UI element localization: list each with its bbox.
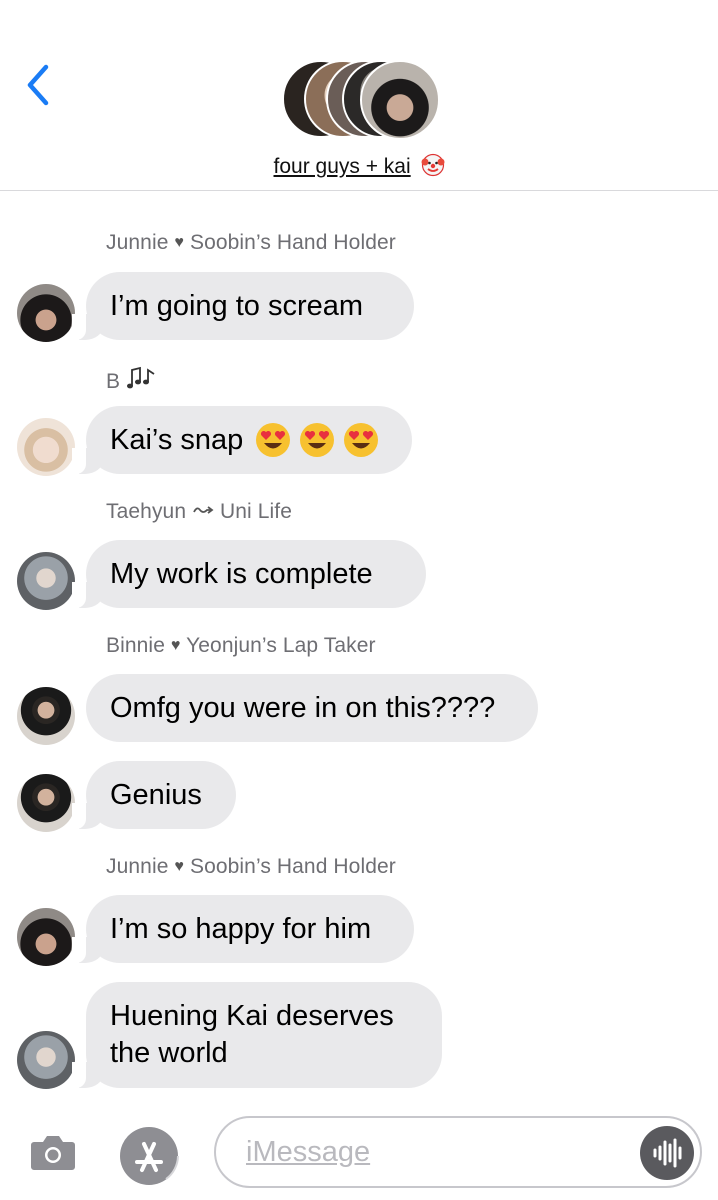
- sender-nickname: Soobin’s Hand Holder: [189, 855, 396, 878]
- sender-name: Junnie: [106, 231, 169, 254]
- heart-eyes-emoji-icon: [300, 423, 335, 457]
- group-avatar: [360, 60, 440, 140]
- message-text: My work is complete: [110, 557, 373, 590]
- message-bubble[interactable]: Omfg you were in on this????: [86, 674, 538, 742]
- clown-face-emoji-icon: [421, 153, 444, 177]
- heart-icon: ♥: [174, 858, 185, 875]
- sender-name: Taehyun: [106, 500, 187, 523]
- heart-eyes-emoji-icon: [344, 423, 379, 457]
- app-store-button[interactable]: [119, 1124, 183, 1188]
- message-text: Kai’s snap: [110, 423, 244, 456]
- sender-label: Junnie ♥ Soobin’s Hand Holder: [106, 855, 396, 879]
- sender-name: B: [106, 370, 121, 393]
- message-composer: [0, 1106, 718, 1200]
- message-text: I’m going to scream: [110, 289, 364, 322]
- sender-nickname: Uni Life: [219, 500, 292, 523]
- avatar[interactable]: [17, 418, 75, 476]
- back-button[interactable]: [22, 62, 62, 108]
- conversation-header: four guys + kai: [0, 0, 718, 191]
- app-store-icon: [120, 1127, 179, 1185]
- avatar[interactable]: [17, 1031, 75, 1089]
- message-bubble[interactable]: Huening Kai deserves the world: [72, 982, 442, 1088]
- sender-label: Binnie ♥ Yeonjun’s Lap Taker: [106, 634, 376, 658]
- audio-waveform-icon: [653, 1138, 682, 1168]
- avatar[interactable]: [17, 908, 75, 966]
- sender-name: Junnie: [106, 855, 169, 878]
- message-bubble[interactable]: I’m so happy for him: [72, 895, 414, 963]
- group-name: four guys + kai: [273, 155, 411, 178]
- heart-icon: ♥: [170, 637, 181, 654]
- sender-name: Binnie: [106, 634, 165, 657]
- avatar[interactable]: [17, 284, 75, 342]
- message-bubble[interactable]: I’m going to scream: [72, 272, 414, 340]
- camera-icon: [31, 1136, 75, 1170]
- avatar[interactable]: [17, 552, 75, 610]
- avatar[interactable]: [17, 687, 75, 745]
- sender-label: Taehyun Uni Life: [106, 500, 292, 524]
- heart-eyes-emoji-icon: [256, 423, 291, 457]
- sender-label: Junnie ♥ Soobin’s Hand Holder: [106, 231, 396, 255]
- message-bubble[interactable]: Genius: [72, 761, 236, 829]
- heart-icon: ♥: [174, 234, 185, 251]
- camera-button[interactable]: [28, 1127, 78, 1177]
- sender-label: B: [106, 366, 156, 394]
- message-text: Omfg you were in on this????: [110, 691, 496, 724]
- avatar[interactable]: [17, 774, 75, 832]
- message-text: Genius: [110, 778, 202, 811]
- group-avatar-stack[interactable]: [282, 60, 442, 142]
- group-name-link[interactable]: four guys + kai: [0, 153, 718, 179]
- message-text: I’m so happy for him: [110, 912, 372, 945]
- sender-nickname: Yeonjun’s Lap Taker: [186, 634, 376, 657]
- chevron-left-icon: [27, 64, 49, 106]
- curly-arrow-icon: [193, 506, 214, 514]
- message-text: Huening Kai deserves the world: [110, 1000, 394, 1069]
- message-bubble[interactable]: My work is complete: [72, 540, 426, 608]
- audio-record-button[interactable]: [640, 1126, 694, 1180]
- imessage-input[interactable]: [214, 1116, 702, 1188]
- message-bubble[interactable]: Kai’s snap: [72, 406, 412, 474]
- sender-nickname: Soobin’s Hand Holder: [189, 231, 396, 254]
- music-notes-icon: [127, 366, 155, 389]
